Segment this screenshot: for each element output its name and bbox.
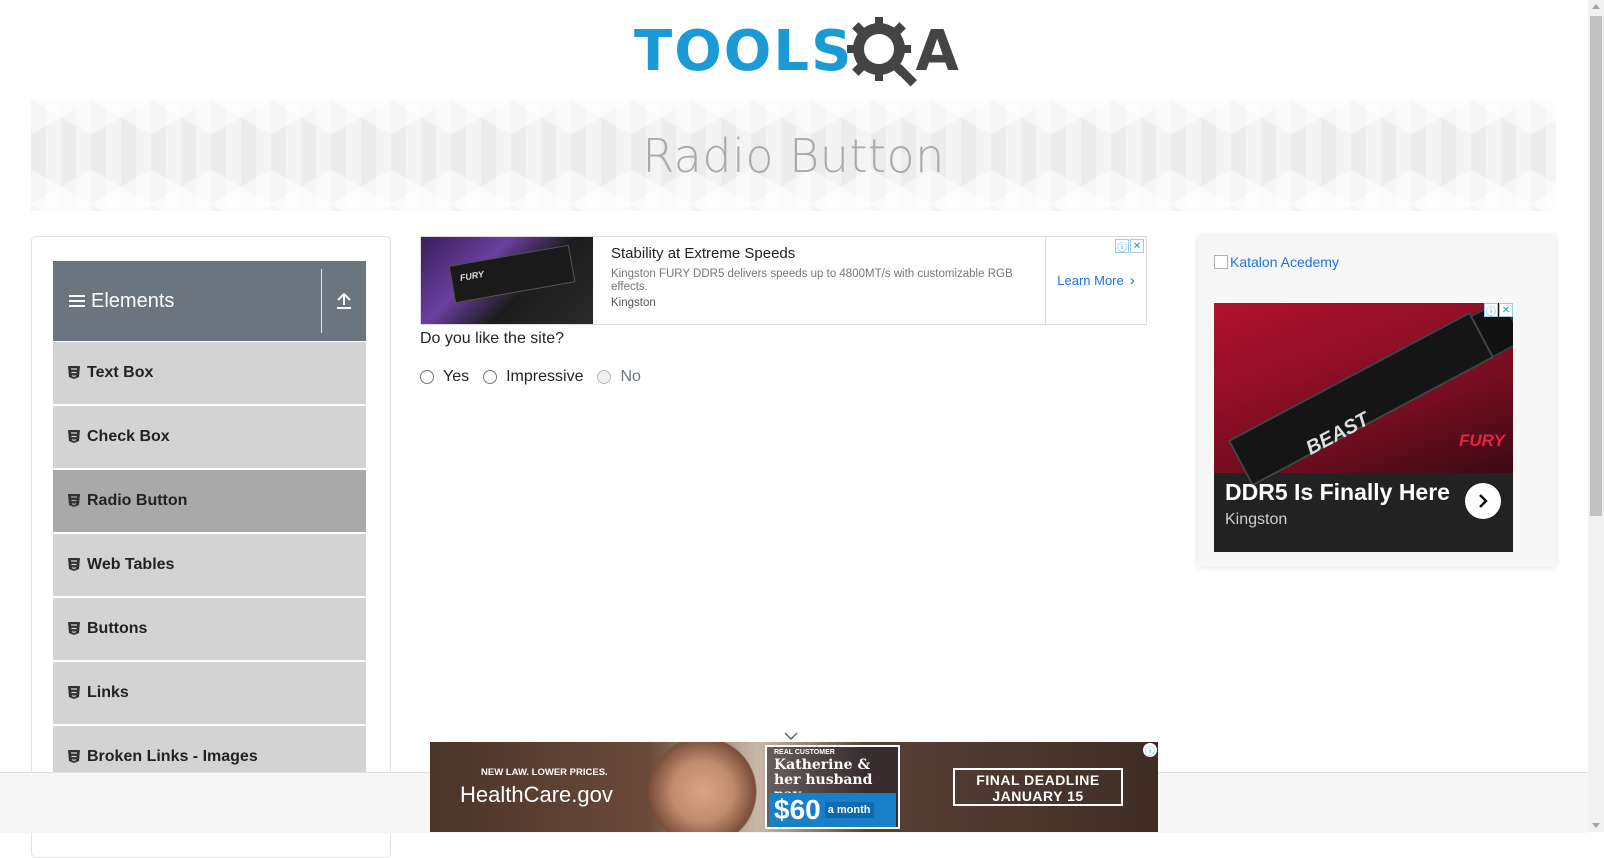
deadline-box: FINAL DEADLINE JANUARY 15: [953, 768, 1123, 806]
price-period: a month: [824, 802, 874, 818]
radio-label-no: No: [620, 368, 641, 385]
ad-choices[interactable]: ⓘ ✕: [1115, 239, 1144, 254]
ad-description: Kingston FURY DDR5 delivers speeds up to…: [611, 268, 1013, 293]
sidebar-item-text-box[interactable]: Text Box: [53, 342, 366, 404]
quote-box: REAL CUSTOMER Katherine & her husband pa…: [765, 745, 900, 829]
radio-yes[interactable]: [420, 370, 434, 384]
katalon-academy-link[interactable]: Katalon Acedemy: [1214, 254, 1339, 270]
side-ad-banner[interactable]: BEAST FURY DDR5 Is Finally Here Kingston…: [1214, 303, 1513, 552]
scroll-down-arrow-icon[interactable]: [1592, 823, 1600, 828]
radio-label-impressive[interactable]: Impressive: [506, 368, 583, 386]
ad-title[interactable]: Stability at Extreme Speeds: [611, 245, 1027, 262]
ad-brand: Kingston: [611, 297, 656, 309]
sidebar-item-links[interactable]: Links: [53, 662, 366, 724]
sidebar-item-label: Buttons: [87, 620, 148, 637]
sidebar-item-check-box[interactable]: Check Box: [53, 406, 366, 468]
html5-icon: [68, 622, 80, 636]
html5-icon: [68, 366, 80, 380]
upload-arrow-icon: [337, 293, 351, 309]
sidebar-item-label: Web Tables: [87, 556, 175, 573]
html5-icon: [68, 430, 80, 444]
sidebar-menu: Text Box Check Box Radio Button Web Tabl…: [53, 342, 366, 790]
sidebar-panel: Elements Text Box Check Box Radio Button…: [31, 236, 391, 858]
group-header-elements[interactable]: Elements: [53, 261, 366, 341]
collapse-group-button[interactable]: [322, 261, 366, 341]
chevron-right-icon: [1479, 494, 1488, 508]
html5-icon: [68, 558, 80, 572]
page-scrollbar[interactable]: [1588, 0, 1604, 832]
side-ad-brand: Kingston: [1225, 511, 1288, 528]
ad-info-icon[interactable]: ⓘ: [1115, 239, 1129, 254]
top-ad-banner[interactable]: FURY Stability at Extreme Speeds Kingsto…: [420, 236, 1147, 325]
html5-icon: [68, 750, 80, 764]
side-ad-headline[interactable]: DDR5 Is Finally Here: [1225, 479, 1450, 506]
sidebar-item-label: Check Box: [87, 428, 170, 445]
ad-body: Stability at Extreme Speeds Kingston FUR…: [593, 237, 1045, 324]
katalon-alt-text[interactable]: Katalon Acedemy: [1230, 254, 1339, 270]
chevron-down-icon: [784, 732, 798, 741]
radio-impressive[interactable]: [483, 370, 498, 384]
ad-person-photo: [645, 742, 760, 832]
page-banner: Radio Button: [31, 100, 1556, 211]
chevron-right-icon: ›: [1129, 272, 1135, 289]
side-ad-next-button[interactable]: [1465, 483, 1501, 519]
group-title: Elements: [91, 289, 175, 312]
sidebar-item-label: Broken Links - Images: [87, 748, 258, 765]
scroll-up-arrow-icon[interactable]: [1592, 4, 1600, 9]
gear-magnifier-icon: [847, 17, 918, 87]
sidebar-item-web-tables[interactable]: Web Tables: [53, 534, 366, 596]
radio-no: [597, 370, 612, 384]
price-amount: $60: [774, 794, 821, 825]
sidebar-item-label: Text Box: [87, 364, 154, 381]
radio-option-yes[interactable]: Yes: [420, 368, 469, 386]
deadline-line-1: FINAL DEADLINE: [976, 772, 1100, 788]
logo-qa-text: A: [915, 19, 961, 84]
html5-icon: [68, 494, 80, 508]
fury-logo: FURY: [1459, 431, 1505, 450]
sidebar-item-buttons[interactable]: Buttons: [53, 598, 366, 660]
page-title: Radio Button: [642, 128, 945, 183]
deadline-line-2: JANUARY 15: [992, 788, 1084, 804]
toolsqa-logo[interactable]: TOOLS A: [634, 14, 961, 90]
scrollbar-thumb[interactable]: [1590, 16, 1602, 516]
radio-group: Yes Impressive No: [420, 368, 655, 386]
html5-icon: [68, 686, 80, 700]
sidebar-item-label: Radio Button: [87, 492, 188, 509]
logo-tools-text: TOOLS: [634, 19, 854, 84]
learn-more-label: Learn More: [1057, 273, 1124, 288]
quote-tag: REAL CUSTOMER: [774, 749, 835, 756]
radio-option-no: No: [597, 368, 641, 386]
sidebar-item-radio-button[interactable]: Radio Button: [53, 470, 366, 532]
ram-stick-graphic: FURY: [448, 244, 576, 304]
radio-label-yes[interactable]: Yes: [443, 368, 469, 386]
ad-product-image: FURY: [421, 237, 593, 324]
price-box: $60 a month: [769, 793, 896, 827]
ad-info-icon[interactable]: ⓘ: [1484, 303, 1498, 318]
hamburger-icon: [69, 295, 85, 307]
broken-image-icon: [1214, 255, 1228, 269]
radio-option-impressive[interactable]: Impressive: [483, 368, 583, 386]
ad-close-icon[interactable]: ✕: [1130, 239, 1144, 253]
ad-close-icon[interactable]: ✕: [1499, 303, 1513, 317]
question-text: Do you like the site?: [420, 330, 565, 347]
healthcare-ad-banner[interactable]: NEW LAW. LOWER PRICES. HealthCare.gov RE…: [430, 742, 1158, 832]
healthcare-brand: HealthCare.gov: [460, 782, 613, 807]
healthcare-tagline: NEW LAW. LOWER PRICES.: [481, 767, 608, 778]
sidebar-item-label: Links: [87, 684, 129, 701]
ram-label: FURY: [459, 268, 485, 284]
ad-info-icon[interactable]: ⓘ: [1143, 743, 1157, 758]
ad-choices[interactable]: ⓘ ✕: [1484, 303, 1513, 318]
right-ad-panel: Katalon Acedemy BEAST FURY DDR5 Is Final…: [1198, 236, 1556, 567]
